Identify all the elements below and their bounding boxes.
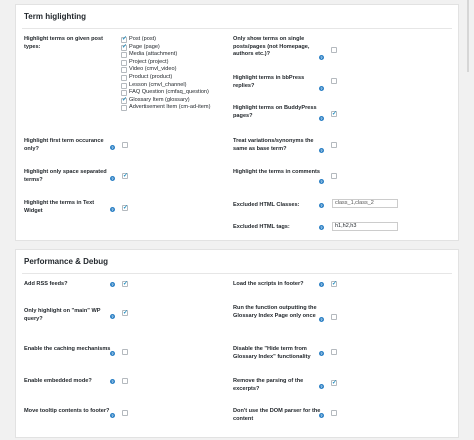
space-separated-label: Highlight only space separated terms? <box>24 169 107 183</box>
text-widget-label: Highlight the terms in Text Widget <box>24 200 95 214</box>
post-types-list: Post (post) Page (page) Media (attachmen… <box>121 36 221 112</box>
performance-debug-panel: Performance & Debug Add RSS feeds? ? Loa… <box>15 249 459 438</box>
help-icon[interactable]: ? <box>319 148 324 153</box>
space-separated-checkbox[interactable] <box>122 172 128 179</box>
text-widget-checkbox[interactable] <box>122 204 128 211</box>
buddypress-label: Highlight terms on BuddyPress pages? <box>233 105 317 119</box>
post-type-item[interactable]: Page (page) <box>121 44 221 51</box>
main-wp-query-label: Only highlight on "main" WP query? <box>24 308 101 322</box>
post-type-item[interactable]: Lesson (cmvl_channel) <box>121 82 221 90</box>
help-icon[interactable]: ? <box>319 203 324 208</box>
post-type-item[interactable]: Media (attachment) <box>121 51 221 59</box>
hide-term-label: Disable the "Hide term from Glossary Ind… <box>233 346 311 360</box>
remove-excerpts-checkbox[interactable] <box>331 379 337 386</box>
tooltip-footer-checkbox[interactable] <box>122 410 128 416</box>
performance-debug-title: Performance & Debug <box>24 257 109 266</box>
hide-term-checkbox[interactable] <box>331 349 337 355</box>
post-type-checkbox[interactable] <box>121 74 127 81</box>
glossary-index-once-checkbox[interactable] <box>331 314 337 320</box>
divider <box>22 273 452 274</box>
help-icon[interactable]: ? <box>319 116 324 121</box>
post-type-checkbox[interactable] <box>121 36 127 44</box>
help-icon[interactable]: ? <box>110 282 115 287</box>
post-type-checkbox[interactable] <box>121 105 127 112</box>
scrollbar-track[interactable] <box>467 0 469 72</box>
post-type-item[interactable]: FAQ Question (cmfaq_question) <box>121 89 221 97</box>
help-icon[interactable]: ? <box>110 207 115 212</box>
help-icon[interactable]: ? <box>319 351 324 356</box>
post-type-item[interactable]: Glossary Item (glossary) <box>121 97 221 104</box>
post-type-checkbox[interactable] <box>121 67 127 74</box>
glossary-index-once-label: Run the function outputting the Glossary… <box>233 305 317 319</box>
first-occurance-checkbox[interactable] <box>122 142 128 148</box>
main-wp-query-checkbox[interactable] <box>122 309 128 316</box>
only-single-label: Only show terms on single posts/pages (n… <box>233 36 310 57</box>
help-icon[interactable]: ? <box>319 86 324 91</box>
tooltip-footer-label: Move tooltip contents to footer? <box>24 408 110 414</box>
synonyms-label: Treat variations/synonyms the same as ba… <box>233 138 314 152</box>
excluded-classes-input[interactable]: class_1,class_2 <box>332 199 398 208</box>
caching-label: Enable the caching mechanisms <box>24 346 111 352</box>
comments-checkbox[interactable] <box>331 173 337 179</box>
term-highlighting-panel: Term higlighting Highlight terms on give… <box>15 4 459 241</box>
help-icon[interactable]: ? <box>110 145 115 150</box>
help-icon[interactable]: ? <box>319 55 324 60</box>
help-icon[interactable]: ? <box>319 282 324 287</box>
only-single-checkbox[interactable] <box>331 47 337 53</box>
help-icon[interactable]: ? <box>319 225 324 230</box>
post-type-checkbox[interactable] <box>121 82 127 89</box>
post-type-checkbox[interactable] <box>121 44 127 51</box>
no-dom-parser-checkbox[interactable] <box>331 410 337 416</box>
buddypress-checkbox[interactable] <box>331 110 337 117</box>
post-type-checkbox[interactable] <box>121 59 127 66</box>
post-type-item[interactable]: Product (product) <box>121 74 221 82</box>
post-type-item[interactable]: Project (project) <box>121 59 221 67</box>
remove-excerpts-label: Remove the parsing of the excerpts? <box>233 378 304 392</box>
comments-label: Highlight the terms in comments <box>233 169 321 175</box>
footer-scripts-checkbox[interactable] <box>331 280 337 287</box>
synonyms-checkbox[interactable] <box>331 142 337 148</box>
post-type-item[interactable]: Advertisement Item (cm-ad-item) <box>121 104 221 112</box>
excluded-tags-input[interactable]: h1,h2,h3 <box>332 222 398 231</box>
first-occurance-label: Highlight first term occurance only? <box>24 138 104 152</box>
term-highlighting-title: Term higlighting <box>24 12 87 21</box>
caching-checkbox[interactable] <box>122 349 128 355</box>
footer-scripts-label: Load the scripts in footer? <box>233 281 304 287</box>
embedded-mode-label: Enable embedded mode? <box>24 378 92 384</box>
post-types-label: Highlight terms on given post types: <box>24 36 103 50</box>
no-dom-parser-label: Don't use the DOM parser for the content <box>233 408 321 422</box>
help-icon[interactable]: ? <box>110 314 115 319</box>
bbpress-label: Highlight terms in bbPress replies? <box>233 75 305 89</box>
rss-checkbox[interactable] <box>122 280 128 287</box>
excluded-classes-label: Excluded HTML Classes: <box>233 202 300 208</box>
help-icon[interactable]: ? <box>110 176 115 181</box>
help-icon[interactable]: ? <box>110 413 115 418</box>
help-icon[interactable]: ? <box>319 384 324 389</box>
post-type-item[interactable]: Video (cmvl_video) <box>121 66 221 74</box>
help-icon[interactable]: ? <box>319 179 324 184</box>
post-type-checkbox[interactable] <box>121 97 127 104</box>
post-type-item[interactable]: Post (post) <box>121 36 221 44</box>
help-icon[interactable]: ? <box>319 413 324 418</box>
help-icon[interactable]: ? <box>110 351 115 356</box>
bbpress-checkbox[interactable] <box>331 78 337 84</box>
divider <box>22 28 452 29</box>
excluded-tags-label: Excluded HTML tags: <box>233 224 290 230</box>
post-type-checkbox[interactable] <box>121 52 127 59</box>
help-icon[interactable]: ? <box>110 379 115 384</box>
embedded-mode-checkbox[interactable] <box>122 378 128 384</box>
post-type-checkbox[interactable] <box>121 90 127 97</box>
rss-label: Add RSS feeds? <box>24 281 68 287</box>
help-icon[interactable]: ? <box>319 317 324 322</box>
